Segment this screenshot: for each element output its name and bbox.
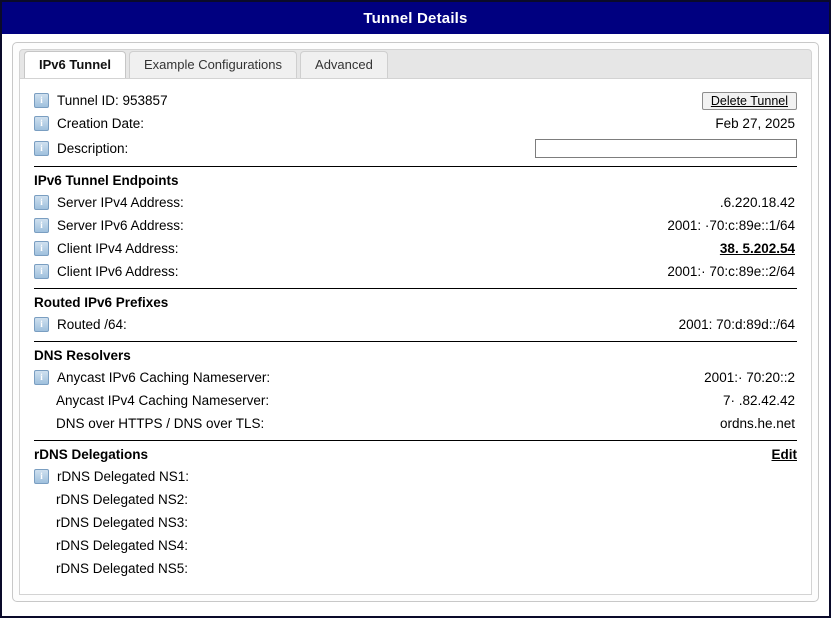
- window-titlebar: Tunnel Details: [2, 2, 829, 34]
- row-creation-date: i Creation Date: Feb 27, 2025: [34, 112, 797, 135]
- section-rdns-title-bar: rDNS Delegations Edit: [34, 444, 797, 465]
- routed-64-label: Routed /64:: [57, 317, 127, 332]
- client-ipv6-label: Client IPv6 Address:: [57, 264, 179, 279]
- description-label: Description:: [57, 140, 129, 156]
- info-icon[interactable]: i: [34, 116, 49, 131]
- server-ipv4-label: Server IPv4 Address:: [57, 195, 184, 210]
- row-tunnel-id: i Tunnel ID: 953857 Delete Tunnel: [34, 89, 797, 112]
- doh-dot-label: DNS over HTTPS / DNS over TLS:: [56, 416, 265, 431]
- tunnel-id-label-group: i Tunnel ID: 953857: [34, 93, 168, 108]
- tab-advanced-label: Advanced: [315, 57, 373, 72]
- rdns-ns2-label: rDNS Delegated NS2:: [56, 492, 189, 507]
- row-description: i Description:: [34, 135, 797, 161]
- rdns-ns5-label: rDNS Delegated NS5:: [56, 561, 189, 576]
- row-rdns-ns4: rDNS Delegated NS4:: [34, 534, 797, 557]
- rdns-ns1-label: rDNS Delegated NS1:: [57, 469, 190, 484]
- anycast-ipv6-ns-value: 2001:· 70:20::2: [704, 370, 795, 385]
- info-icon[interactable]: i: [34, 93, 49, 108]
- info-icon[interactable]: i: [34, 241, 49, 256]
- delete-tunnel-button[interactable]: Delete Tunnel: [701, 91, 797, 110]
- rdns-edit-link[interactable]: Edit: [772, 447, 798, 462]
- info-icon[interactable]: i: [34, 469, 49, 484]
- row-server-ipv6: i Server IPv6 Address: 2001: ·70:c:89e::…: [34, 214, 797, 237]
- tab-example-configurations-label: Example Configurations: [144, 57, 283, 72]
- tab-ipv6-tunnel-label: IPv6 Tunnel: [39, 57, 111, 72]
- rdns-ns1-label-group: i rDNS Delegated NS1:: [34, 469, 189, 484]
- section-rdns-delegations: rDNS Delegations Edit i rDNS Delegated N…: [34, 440, 797, 580]
- section-routed-title-bar: Routed IPv6 Prefixes: [34, 292, 797, 313]
- description-input[interactable]: [535, 138, 797, 158]
- row-rdns-ns3: rDNS Delegated NS3:: [34, 511, 797, 534]
- doh-dot-label-group: DNS over HTTPS / DNS over TLS:: [34, 416, 264, 431]
- doh-dot-value: ordns.he.net: [719, 416, 795, 431]
- server-ipv4-value: .6.220.18.42: [719, 195, 795, 210]
- server-ipv6-value: 2001: ·70:c:89e::1/64: [667, 218, 795, 233]
- creation-date-label: Creation Date:: [57, 116, 145, 131]
- client-ipv4-label: Client IPv4 Address:: [57, 241, 179, 256]
- section-rdns-title: rDNS Delegations: [34, 447, 149, 462]
- rdns-ns3-label: rDNS Delegated NS3:: [56, 515, 189, 530]
- rdns-ns5-label-group: rDNS Delegated NS5:: [34, 561, 188, 576]
- description-label-group: i Description:: [34, 140, 129, 156]
- rdns-ns3-label-group: rDNS Delegated NS3:: [34, 515, 188, 530]
- row-rdns-ns1: i rDNS Delegated NS1:: [34, 465, 797, 488]
- row-routed-64: i Routed /64: 2001: 70:d:89d::/64: [34, 313, 797, 336]
- section-dns-title: DNS Resolvers: [34, 348, 131, 363]
- section-dns-resolvers: DNS Resolvers i Anycast IPv6 Caching Nam…: [34, 341, 797, 435]
- row-client-ipv6: i Client IPv6 Address: 2001:· 70:c:89e::…: [34, 260, 797, 283]
- server-ipv6-label: Server IPv6 Address:: [57, 218, 184, 233]
- client-ipv6-label-group: i Client IPv6 Address:: [34, 264, 179, 279]
- row-rdns-ns5: rDNS Delegated NS5:: [34, 557, 797, 580]
- client-ipv4-value[interactable]: 38. 5.202.54: [720, 241, 797, 256]
- rdns-ns4-label-group: rDNS Delegated NS4:: [34, 538, 188, 553]
- page-title: Tunnel Details: [363, 9, 468, 27]
- section-endpoints-title: IPv6 Tunnel Endpoints: [34, 173, 179, 188]
- server-ipv4-label-group: i Server IPv4 Address:: [34, 195, 184, 210]
- anycast-ipv4-ns-value: 7· .82.42.42: [722, 393, 795, 408]
- info-icon[interactable]: i: [34, 317, 49, 332]
- anycast-ipv4-ns-label-group: Anycast IPv4 Caching Nameserver:: [34, 393, 269, 408]
- creation-date-label-group: i Creation Date:: [34, 116, 144, 131]
- info-icon[interactable]: i: [34, 264, 49, 279]
- routed-64-value: 2001: 70:d:89d::/64: [678, 317, 795, 332]
- info-icon[interactable]: i: [34, 140, 49, 156]
- tab-advanced[interactable]: Advanced: [300, 51, 388, 78]
- row-anycast-ipv4-ns: Anycast IPv4 Caching Nameserver: 7· .82.…: [34, 389, 797, 412]
- client-ipv4-label-group: i Client IPv4 Address:: [34, 241, 179, 256]
- tab-content-ipv6-tunnel: i Tunnel ID: 953857 Delete Tunnel i Crea…: [19, 79, 812, 595]
- section-endpoints: IPv6 Tunnel Endpoints i Server IPv4 Addr…: [34, 166, 797, 283]
- anycast-ipv4-ns-label: Anycast IPv4 Caching Nameserver:: [56, 393, 270, 408]
- row-server-ipv4: i Server IPv4 Address: .6.220.18.42: [34, 191, 797, 214]
- section-endpoints-title-bar: IPv6 Tunnel Endpoints: [34, 170, 797, 191]
- tunnel-id-label: Tunnel ID: 953857: [57, 93, 168, 108]
- tunnel-details-window: Tunnel Details IPv6 Tunnel Example Confi…: [0, 0, 831, 618]
- rdns-ns2-label-group: rDNS Delegated NS2:: [34, 492, 188, 507]
- row-client-ipv4: i Client IPv4 Address: 38. 5.202.54: [34, 237, 797, 260]
- section-routed-title: Routed IPv6 Prefixes: [34, 295, 169, 310]
- tab-example-configurations[interactable]: Example Configurations: [129, 51, 298, 78]
- section-dns-title-bar: DNS Resolvers: [34, 345, 797, 366]
- tab-strip: IPv6 Tunnel Example Configurations Advan…: [19, 49, 812, 79]
- creation-date-value: Feb 27, 2025: [715, 116, 795, 131]
- rdns-ns4-label: rDNS Delegated NS4:: [56, 538, 189, 553]
- info-icon[interactable]: i: [34, 370, 49, 385]
- tab-ipv6-tunnel[interactable]: IPv6 Tunnel: [24, 51, 126, 78]
- anycast-ipv6-ns-label: Anycast IPv6 Caching Nameserver:: [57, 370, 271, 385]
- row-doh-dot: DNS over HTTPS / DNS over TLS: ordns.he.…: [34, 412, 797, 435]
- section-routed-prefixes: Routed IPv6 Prefixes i Routed /64: 2001:…: [34, 288, 797, 336]
- info-icon[interactable]: i: [34, 195, 49, 210]
- tab-panel: IPv6 Tunnel Example Configurations Advan…: [12, 42, 819, 602]
- info-icon[interactable]: i: [34, 218, 49, 233]
- row-rdns-ns2: rDNS Delegated NS2:: [34, 488, 797, 511]
- server-ipv6-label-group: i Server IPv6 Address:: [34, 218, 184, 233]
- row-anycast-ipv6-ns: i Anycast IPv6 Caching Nameserver: 2001:…: [34, 366, 797, 389]
- routed-64-label-group: i Routed /64:: [34, 317, 127, 332]
- client-ipv6-value: 2001:· 70:c:89e::2/64: [667, 264, 795, 279]
- anycast-ipv6-ns-label-group: i Anycast IPv6 Caching Nameserver:: [34, 370, 270, 385]
